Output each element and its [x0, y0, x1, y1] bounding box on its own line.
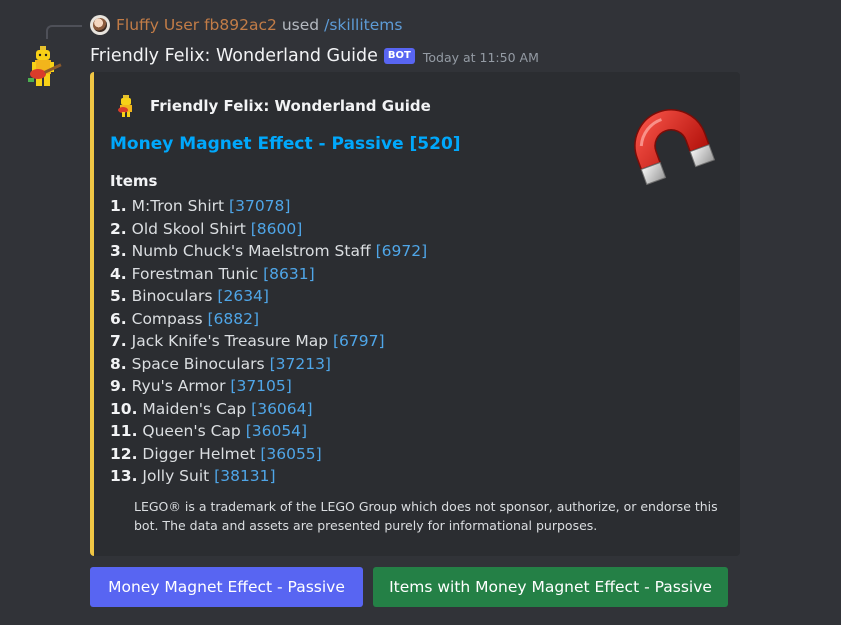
embed-field-name: Items: [110, 172, 158, 190]
reply-used-text: used: [281, 16, 320, 34]
reply-username[interactable]: Fluffy User fb892ac2: [116, 16, 277, 34]
magnet-icon[interactable]: [616, 96, 724, 190]
list-item: 1. M:Tron Shirt [37078]: [110, 197, 291, 215]
money-magnet-effect-button[interactable]: Money Magnet Effect - Passive: [90, 567, 363, 607]
embed: Friendly Felix: Wonderland Guide Money M…: [90, 72, 740, 556]
list-item: 7. Jack Knife's Treasure Map [6797]: [110, 332, 385, 350]
embed-footer: LEGO® is a trademark of the LEGO Group w…: [134, 499, 718, 533]
embed-title-link[interactable]: Money Magnet Effect - Passive [520]: [110, 134, 461, 154]
reply-command[interactable]: /skillitems: [324, 16, 402, 34]
list-item: 4. Forestman Tunic [8631]: [110, 264, 315, 283]
list-item: 2. Old Skool Shirt [8600]: [110, 219, 303, 238]
chat-message: Fluffy User fb892ac2 used /skillitems Fr…: [0, 0, 841, 625]
list-item: 5. Binoculars [2634]: [110, 287, 269, 305]
embed-author-icon: [118, 95, 132, 117]
reply-spine: [46, 25, 82, 39]
message-timestamp[interactable]: Today at 11:50 AM: [423, 50, 539, 65]
items-with-effect-button[interactable]: Items with Money Magnet Effect - Passive: [373, 567, 728, 607]
bot-badge: BOT: [383, 48, 415, 64]
list-item: 11. Queen's Cap [36054]: [110, 422, 308, 440]
list-item: 12. Digger Helmet [36055]: [110, 444, 322, 463]
reply-reference[interactable]: Fluffy User fb892ac2 used /skillitems: [90, 14, 402, 36]
list-item: 9. Ryu's Armor [37105]: [110, 377, 292, 395]
list-item: 3. Numb Chuck's Maelstrom Staff [6972]: [110, 242, 428, 260]
list-item: 10. Maiden's Cap [36064]: [110, 399, 313, 418]
bot-avatar[interactable]: [22, 44, 66, 92]
embed-author: Friendly Felix: Wonderland Guide: [114, 94, 431, 118]
bot-username[interactable]: Friendly Felix: Wonderland Guide: [90, 46, 378, 66]
reply-user-avatar[interactable]: [90, 15, 110, 35]
message-header: Friendly Felix: Wonderland Guide BOT Tod…: [90, 44, 539, 68]
list-item: 13. Jolly Suit [38131]: [110, 467, 276, 485]
list-item: 6. Compass [6882]: [110, 309, 260, 328]
item-list: 1. M:Tron Shirt [37078] 2. Old Skool Shi…: [110, 195, 427, 488]
list-item: 8. Space Binoculars [37213]: [110, 354, 331, 373]
embed-author-name: Friendly Felix: Wonderland Guide: [150, 97, 431, 115]
